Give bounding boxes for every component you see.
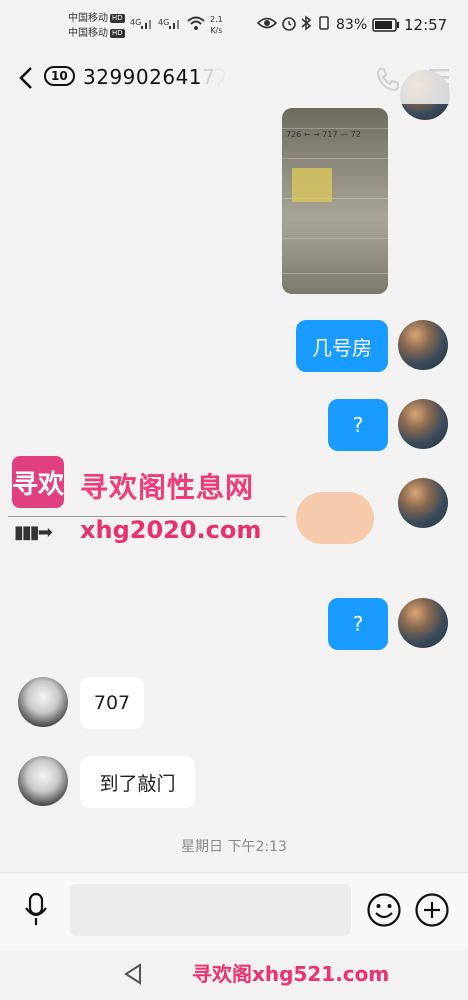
message-timestamp: 星期日 下午2:13 [181,839,287,855]
pointing-hand-icon [296,492,374,544]
signal-icon [141,20,151,29]
message-bubble-out[interactable]: ? [328,598,388,650]
unread-count-badge[interactable]: 10 [44,66,75,86]
watermark-url: xhg2020.com [80,516,262,544]
message-bubble-out[interactable]: 几号房 [296,320,388,372]
watermark-logo: 寻欢 [12,456,64,508]
contact-avatar[interactable] [18,756,68,806]
photo-message[interactable]: 726 ← → 717 — 72 [282,108,388,294]
battery-percent: 83% [336,17,368,33]
carrier-2: 中国移动 HD [68,27,125,40]
microphone-icon[interactable] [24,892,48,928]
alarm-icon [282,17,296,31]
watermark-arrow-icon: ▮▮▮➡ [14,522,53,543]
carrier-2-label: 中国移动 [68,28,108,39]
battery-icon [372,18,399,32]
signal-icon-2 [169,20,179,29]
photo-paper-sign [292,168,332,202]
eye-icon [257,17,277,29]
wifi-icon [187,16,205,30]
carrier-1-label: 中国移动 [68,13,108,24]
my-avatar[interactable] [398,598,448,648]
back-arrow-icon[interactable] [18,66,34,90]
message-bubble-in[interactable]: 707 [80,677,144,729]
watermark-title: 寻欢阁性息网 [80,471,255,504]
bluetooth-icon [301,15,312,31]
footer-watermark: 寻欢阁xhg521.com [192,962,390,986]
message-input[interactable] [70,884,351,936]
message-bubble-in[interactable]: 到了敲门 [80,756,195,808]
carrier-1: 中国移动 HD [68,12,125,25]
emoji-icon[interactable] [366,892,402,928]
nav-back-icon[interactable] [122,962,144,986]
net-speed-value: 2.1 [210,15,223,24]
hd-badge: HD [110,13,125,23]
my-avatar[interactable] [398,478,448,528]
watermark-divider [8,516,286,517]
header-fade [200,52,468,104]
my-avatar[interactable] [398,399,448,449]
net-speed: 2.1 K/s [210,14,223,36]
contact-avatar[interactable] [18,677,68,727]
contact-title: 3299026417 [83,65,216,89]
photo-caption-text: 726 ← → 717 — 72 [286,130,361,139]
status-bar: 中国移动 HD 中国移动 HD 4G 4G 2.1 K/s 83% 12:57 [0,0,468,48]
message-bubble-out[interactable]: ? [328,399,388,451]
plus-icon[interactable] [414,892,450,928]
vibrate-icon [319,16,329,30]
clock: 12:57 [404,16,448,34]
my-avatar[interactable] [398,320,448,370]
net-speed-unit: K/s [210,26,223,35]
hd-badge-2: HD [110,28,125,38]
